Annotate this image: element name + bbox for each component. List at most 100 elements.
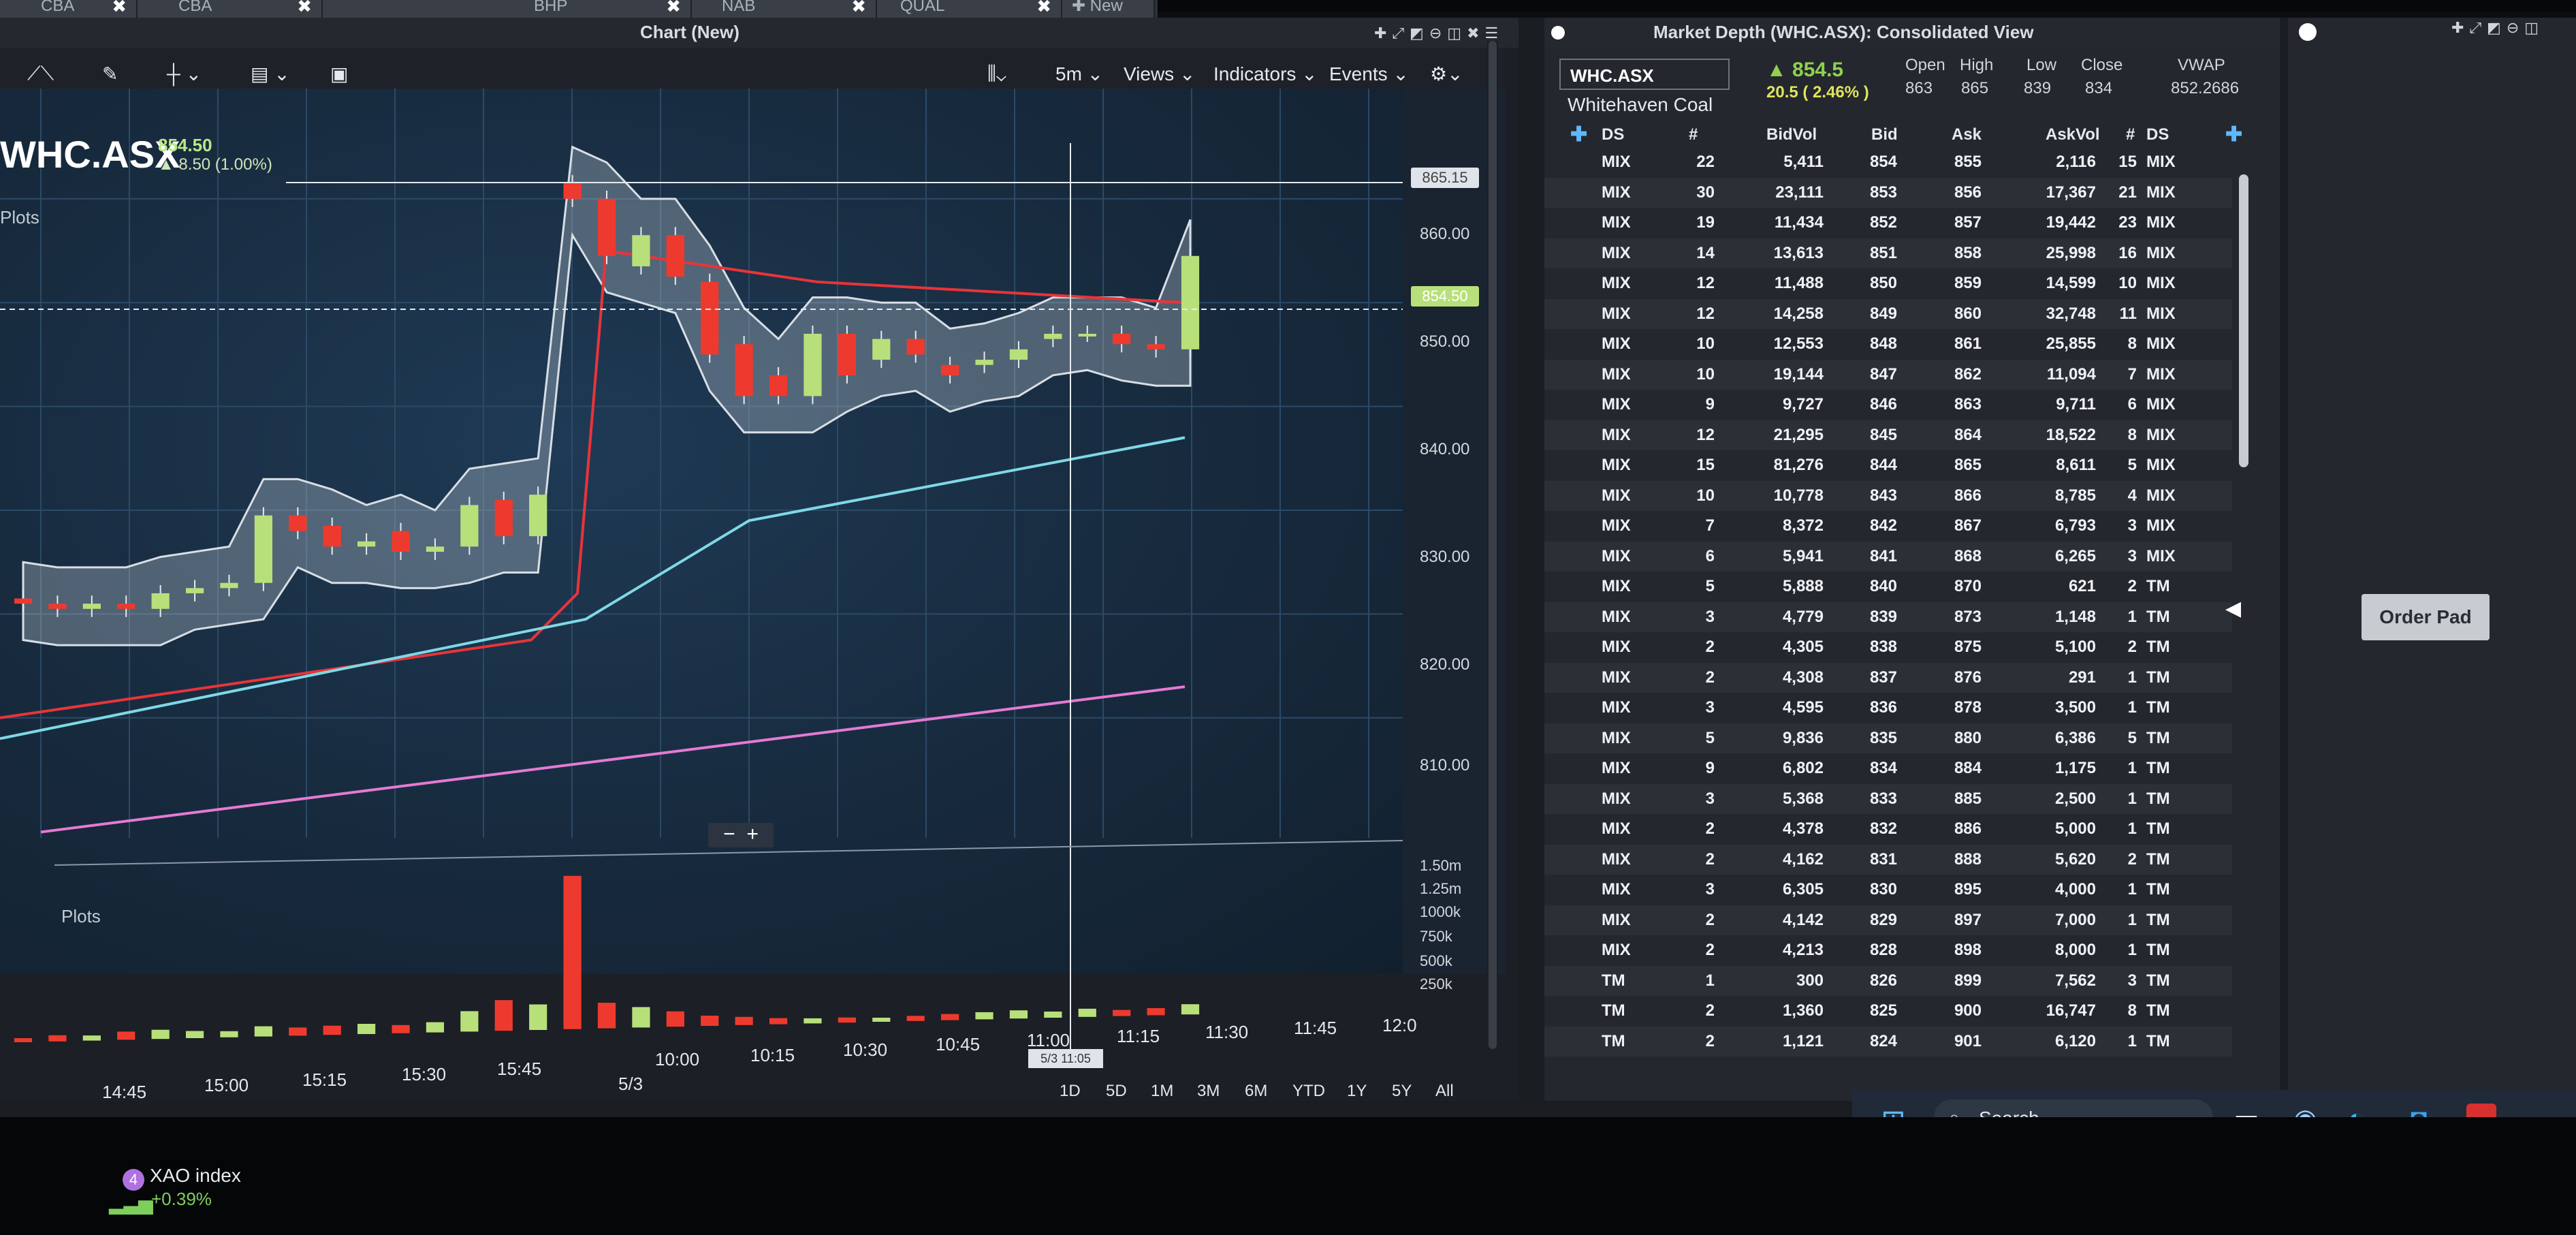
close-icon[interactable]: ✖ xyxy=(851,0,866,15)
pin-icon[interactable]: ◩ xyxy=(1410,25,1429,42)
depth-row[interactable]: MIX 3 4,595 836 878 3,500 1 TM xyxy=(1544,693,2232,723)
depth-row[interactable]: MIX 12 21,295 845 864 18,522 8 MIX xyxy=(1544,420,2232,450)
range-6m-button[interactable]: 6M xyxy=(1245,1082,1267,1101)
depth-row[interactable]: MIX 2 4,162 831 888 5,620 2 TM xyxy=(1544,844,2232,875)
col-ds-ask[interactable]: DS xyxy=(2146,125,2169,144)
range-3m-button[interactable]: 3M xyxy=(1197,1082,1220,1101)
col-count-bid[interactable]: # xyxy=(1689,125,1698,144)
depth-row[interactable]: MIX 7 8,372 842 867 6,793 3 MIX xyxy=(1544,511,2232,541)
add-icon[interactable]: ✚ xyxy=(2451,19,2469,36)
depth-row[interactable]: MIX 3 5,368 833 885 2,500 1 TM xyxy=(1544,783,2232,814)
tab-nab[interactable]: NAB ✖ xyxy=(692,0,877,18)
open-value: 863 xyxy=(1905,79,1933,97)
volume-plots-label[interactable]: Plots xyxy=(61,906,101,927)
depth-row[interactable]: MIX 2 4,213 828 898 8,000 1 TM xyxy=(1544,935,2232,965)
depth-row[interactable]: MIX 2 4,305 838 875 5,100 2 TM xyxy=(1544,632,2232,662)
scrollbar-thumb[interactable] xyxy=(1489,41,1497,1049)
views-dropdown[interactable]: Views ⌄ xyxy=(1124,63,1195,85)
minimize-icon[interactable]: ⊖ xyxy=(1429,25,1447,42)
plots-label[interactable]: Plots xyxy=(0,207,39,228)
depth-row[interactable]: MIX 19 11,434 852 857 19,442 23 MIX xyxy=(1544,208,2232,238)
col-bid[interactable]: Bid xyxy=(1871,125,1898,144)
collapse-arrow-icon[interactable]: ◀ xyxy=(2225,597,2241,621)
col-count-ask[interactable]: # xyxy=(2126,125,2135,144)
chart-scrollbar[interactable] xyxy=(1487,41,1498,1056)
indicators-dropdown[interactable]: Indicators ⌄ xyxy=(1213,63,1318,85)
range-1d-button[interactable]: 1D xyxy=(1060,1082,1081,1101)
depth-row[interactable]: MIX 6 5,941 841 868 6,265 3 MIX xyxy=(1544,541,2232,572)
symbol-input[interactable]: WHC.ASX xyxy=(1559,59,1730,90)
depth-row[interactable]: MIX 2 4,308 837 876 291 1 TM xyxy=(1544,662,2232,693)
tab-cba-2[interactable]: CBA ✖ xyxy=(138,0,323,18)
depth-row[interactable]: MIX 9 9,727 846 863 9,711 6 MIX xyxy=(1544,390,2232,420)
calendar-icon[interactable]: ▣ xyxy=(330,63,348,85)
close-icon[interactable]: ✖ xyxy=(112,0,127,15)
comment-icon[interactable]: ▤ ⌄ xyxy=(251,63,290,85)
depth-row[interactable]: MIX 15 81,276 844 865 8,611 5 MIX xyxy=(1544,450,2232,480)
price-chart[interactable] xyxy=(0,89,1403,1090)
col-ds-bid[interactable]: DS xyxy=(1602,125,1624,144)
candlestick-type-icon[interactable]: ⫼⌄ xyxy=(987,63,1006,85)
depth-scrollbar[interactable] xyxy=(2239,174,2248,467)
depth-row[interactable]: TM 1 300 826 899 7,562 3 TM xyxy=(1544,965,2232,996)
zoom-out-button[interactable]: − xyxy=(723,823,735,845)
link-icon[interactable]: ⤢ xyxy=(1392,25,1410,42)
close-icon[interactable]: ✖ xyxy=(666,0,681,15)
tab-new[interactable]: ✚ New xyxy=(1062,0,1155,18)
col-askvol[interactable]: AskVol xyxy=(2046,125,2100,144)
link-icon[interactable]: ⤢ xyxy=(2469,19,2487,36)
minimize-icon[interactable]: ⊖ xyxy=(2507,19,2524,36)
tab-bhp[interactable]: BHP ✖ xyxy=(323,0,692,18)
col-bidvol[interactable]: BidVol xyxy=(1766,125,1817,144)
interval-dropdown[interactable]: 5m ⌄ xyxy=(1055,63,1103,85)
tab-cba-1[interactable]: CBA ✖ xyxy=(0,0,138,18)
depth-row[interactable]: MIX 5 5,888 840 870 621 2 TM xyxy=(1544,572,2232,601)
candle xyxy=(1147,344,1165,349)
depth-row[interactable]: MIX 10 19,144 847 862 11,094 7 MIX xyxy=(1544,359,2232,390)
depth-row[interactable]: TM 2 1,360 825 900 16,747 8 TM xyxy=(1544,996,2232,1026)
close-icon[interactable]: ✖ xyxy=(297,0,312,15)
tab-qual[interactable]: QUAL ✖ xyxy=(877,0,1062,18)
crosshair-icon[interactable]: ┼ ⌄ xyxy=(167,63,202,85)
pencil-icon[interactable]: ✎ xyxy=(102,63,118,85)
depth-cell: 833 xyxy=(1869,789,1897,808)
depth-row[interactable]: MIX 30 23,111 853 856 17,367 21 MIX xyxy=(1544,177,2232,208)
depth-row[interactable]: TM 2 1,121 824 901 6,120 1 TM xyxy=(1544,1026,2232,1057)
close-icon[interactable]: ✖ xyxy=(1036,0,1051,15)
depth-row[interactable]: MIX 2 4,142 829 897 7,000 1 TM xyxy=(1544,905,2232,935)
menu-icon[interactable]: ☰ xyxy=(1485,25,1504,42)
depth-row[interactable]: MIX 2 4,378 832 886 5,000 1 TM xyxy=(1544,814,2232,844)
zoom-in-button[interactable]: + xyxy=(746,823,759,845)
pin-icon[interactable]: ◩ xyxy=(2487,19,2507,36)
depth-row[interactable]: MIX 3 6,305 830 895 4,000 1 TM xyxy=(1544,875,2232,905)
events-dropdown[interactable]: Events ⌄ xyxy=(1329,63,1409,85)
depth-row[interactable]: MIX 10 12,553 848 861 25,855 8 MIX xyxy=(1544,329,2232,359)
range-5d-button[interactable]: 5D xyxy=(1106,1082,1127,1101)
range-1m-button[interactable]: 1M xyxy=(1151,1082,1173,1101)
depth-cell: 4,305 xyxy=(1782,638,1824,656)
add-icon[interactable]: ✚ xyxy=(1374,25,1392,42)
add-column-icon[interactable]: ✚ xyxy=(1570,123,1587,146)
depth-row[interactable]: MIX 10 10,778 843 866 8,785 4 MIX xyxy=(1544,480,2232,511)
tile-icon[interactable]: ◫ xyxy=(1447,25,1467,42)
volume-bar xyxy=(289,1027,307,1036)
close-icon[interactable]: ✖ xyxy=(1467,25,1484,42)
order-pad-button[interactable]: Order Pad xyxy=(2362,594,2490,640)
tile-icon[interactable]: ◫ xyxy=(2524,19,2544,36)
widget-name[interactable]: XAO index xyxy=(150,1165,241,1187)
gear-icon[interactable]: ⚙⌄ xyxy=(1430,63,1463,85)
range-all-button[interactable]: All xyxy=(1435,1082,1454,1101)
depth-row[interactable]: MIX 12 14,258 849 860 32,748 11 MIX xyxy=(1544,298,2232,329)
depth-row[interactable]: MIX 14 13,613 851 858 25,998 16 MIX xyxy=(1544,238,2232,268)
depth-row[interactable]: MIX 12 11,488 850 859 14,599 10 MIX xyxy=(1544,268,2232,298)
depth-row[interactable]: MIX 9 6,802 834 884 1,175 1 TM xyxy=(1544,753,2232,783)
add-column-icon[interactable]: ✚ xyxy=(2225,123,2242,146)
range-ytd-button[interactable]: YTD xyxy=(1292,1082,1325,1101)
range-1y-button[interactable]: 1Y xyxy=(1347,1082,1367,1101)
col-ask[interactable]: Ask xyxy=(1952,125,1982,144)
depth-row[interactable]: MIX 3 4,779 839 873 1,148 1 TM xyxy=(1544,601,2232,632)
drawing-trend-icon[interactable]: ⟋⟍ xyxy=(27,63,54,85)
range-5y-button[interactable]: 5Y xyxy=(1392,1082,1412,1101)
depth-row[interactable]: MIX 5 9,836 835 880 6,386 5 TM xyxy=(1544,723,2232,753)
depth-row[interactable]: MIX 22 5,411 854 855 2,116 15 MIX xyxy=(1544,147,2232,177)
